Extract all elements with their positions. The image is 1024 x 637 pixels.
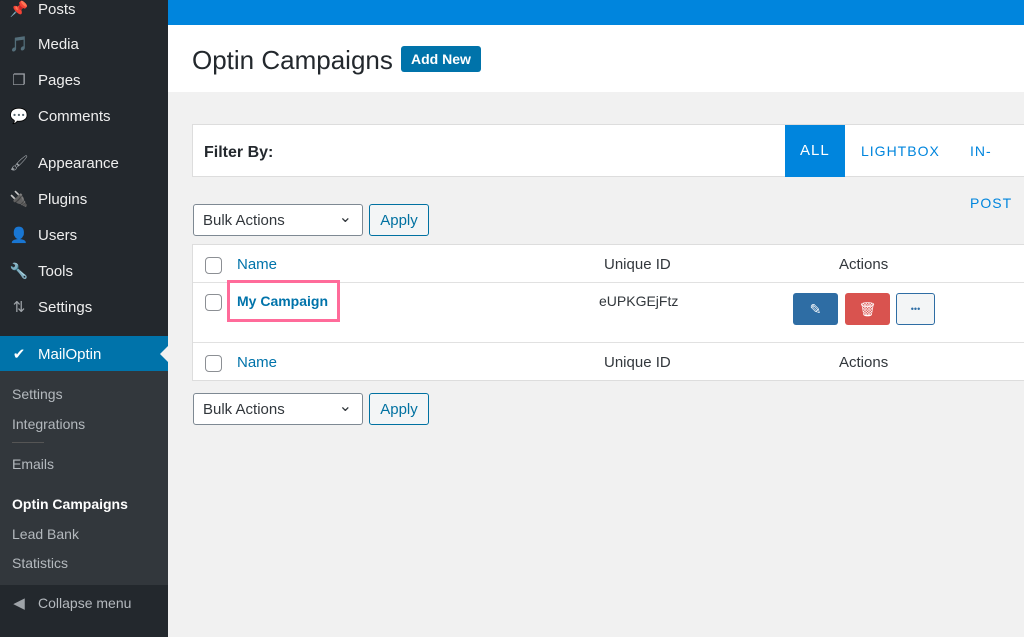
submenu-emails[interactable]: Emails — [12, 456, 54, 472]
sidebar-item-label: Settings — [38, 298, 93, 316]
column-unique-id: Unique ID — [604, 256, 671, 273]
submenu-optin-campaigns[interactable]: Optin Campaigns — [12, 496, 128, 512]
filter-label: Filter By: — [204, 144, 274, 161]
select-all-checkbox-footer[interactable] — [205, 355, 222, 372]
media-icon: 🎵 — [9, 36, 29, 53]
column-unique-id-footer: Unique ID — [604, 354, 671, 371]
submenu-settings[interactable]: Settings — [12, 386, 63, 402]
ellipsis-icon: ••• — [910, 304, 921, 314]
top-bar — [168, 0, 1024, 25]
collapse-label: Collapse menu — [38, 595, 132, 611]
mailoptin-submenu: Settings Integrations Emails Optin Campa… — [0, 371, 168, 585]
collapse-menu-button[interactable]: ◀ Collapse menu — [0, 585, 168, 621]
settings-icon: ⇅ — [12, 299, 26, 316]
campaign-name-link[interactable]: My Campaign — [237, 293, 328, 309]
pencil-icon: ✎ — [809, 300, 822, 317]
edit-button[interactable]: ✎ — [793, 293, 838, 325]
plug-icon: 🔌 — [9, 191, 29, 208]
table-header: Name Unique ID Actions — [193, 245, 1024, 283]
sidebar-item-media[interactable]: 🎵 Media — [0, 26, 168, 62]
column-actions: Actions — [839, 256, 889, 273]
table-footer: Name Unique ID Actions — [193, 343, 1024, 381]
table-row: My Campaign eUPKGEjFtz ✎ 🗑 ••• — [193, 280, 1024, 343]
sidebar-item-pages[interactable]: ❐ Pages — [0, 62, 168, 98]
select-all-checkbox[interactable] — [205, 257, 222, 274]
submenu-statistics[interactable]: Statistics — [12, 555, 68, 571]
pin-icon: 📌 — [9, 1, 29, 18]
campaigns-table: Name Unique ID Actions My Campaign eUPKG… — [192, 244, 1024, 381]
pages-icon: ❐ — [12, 72, 26, 89]
sidebar-item-label: Pages — [38, 71, 81, 89]
sidebar-item-plugins[interactable]: 🔌 Plugins — [0, 181, 168, 217]
submenu-integrations[interactable]: Integrations — [12, 416, 85, 432]
column-name-footer[interactable]: Name — [237, 354, 277, 371]
sidebar-item-label: Plugins — [38, 190, 88, 208]
filter-bar: Filter By: ALL LIGHTBOX IN-POST — [192, 124, 1024, 211]
sidebar-item-appearance[interactable]: 🖌 Appearance — [0, 145, 168, 181]
sidebar-item-settings[interactable]: ⇅ Settings — [0, 289, 168, 325]
unique-id-value: eUPKGEjFtz — [599, 293, 679, 309]
sidebar-item-label: MailOptin — [38, 345, 102, 363]
page-header: Optin Campaigns Add New — [168, 25, 1024, 92]
sidebar-item-users[interactable]: 👤 Users — [0, 217, 168, 253]
bulk-actions-select[interactable]: Bulk Actions — [193, 204, 363, 236]
trash-icon: 🗑 — [858, 300, 877, 317]
sidebar-item-label: Posts — [38, 0, 76, 18]
submenu-divider — [12, 442, 44, 443]
apply-button-bottom[interactable]: Apply — [369, 393, 429, 425]
page-title: Optin Campaigns — [192, 45, 393, 75]
sidebar-item-tools[interactable]: 🔧 Tools — [0, 253, 168, 289]
submenu-lead-bank[interactable]: Lead Bank — [12, 526, 79, 542]
add-new-button[interactable]: Add New — [401, 46, 481, 72]
wrench-icon: 🔧 — [9, 263, 29, 280]
sidebar-item-label: Media — [38, 35, 79, 53]
tab-in-post[interactable]: IN-POST — [955, 125, 1024, 211]
sidebar-item-label: Tools — [38, 262, 74, 280]
sidebar-item-comments[interactable]: 💬 Comments — [0, 98, 168, 134]
tab-lightbox[interactable]: LIGHTBOX — [846, 125, 955, 177]
tab-all[interactable]: ALL — [785, 125, 845, 177]
sidebar-item-mailoptin[interactable]: ✔ MailOptin — [0, 336, 168, 372]
sidebar-item-label: Users — [38, 226, 78, 244]
row-checkbox[interactable] — [205, 294, 222, 311]
sidebar-item-posts[interactable]: 📌 Posts — [0, 0, 168, 27]
brush-icon: 🖌 — [9, 155, 29, 172]
sidebar-item-label: Comments — [38, 107, 111, 125]
column-name[interactable]: Name — [237, 256, 277, 273]
check-icon: ✔ — [12, 346, 26, 363]
user-icon: 👤 — [9, 227, 29, 244]
delete-button[interactable]: 🗑 — [845, 293, 890, 325]
collapse-icon: ◀ — [13, 595, 25, 612]
bulk-actions-select-bottom[interactable]: Bulk Actions — [193, 393, 363, 425]
more-actions-button[interactable]: ••• — [896, 293, 935, 325]
admin-sidebar: 📌 Posts 🎵 Media ❐ Pages 💬 Comments 🖌 Appearan… — [0, 0, 168, 637]
column-actions-footer: Actions — [839, 354, 889, 371]
comment-icon: 💬 — [9, 108, 29, 125]
sidebar-item-label: Appearance — [38, 154, 119, 172]
apply-button[interactable]: Apply — [369, 204, 429, 236]
